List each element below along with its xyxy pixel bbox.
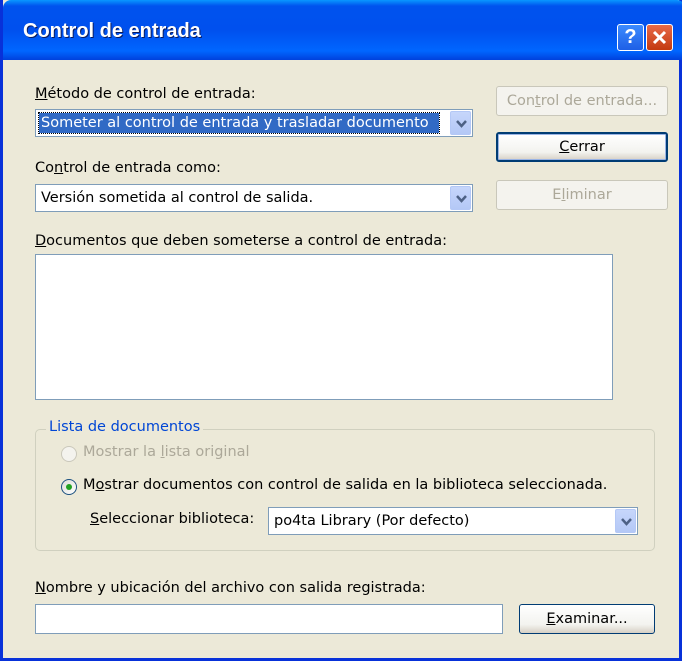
close-icon xyxy=(652,30,667,45)
method-selected-value: Someter al control de entrada y traslada… xyxy=(38,112,440,134)
method-dropdown-arrow[interactable] xyxy=(450,111,471,135)
method-dropdown[interactable]: Someter al control de entrada y traslada… xyxy=(35,109,473,137)
method-label: Método de control de entrada: xyxy=(35,86,256,102)
window-title: Control de entrada xyxy=(23,20,201,42)
checkin-as-value: Versión sometida al control de salida. xyxy=(41,190,314,206)
close-window-button[interactable] xyxy=(646,24,673,51)
checkin-as-dropdown-arrow[interactable] xyxy=(450,186,471,210)
help-button[interactable]: ? xyxy=(617,24,644,51)
title-bar[interactable]: Control de entrada ? xyxy=(3,0,682,60)
library-value: po4ta Library (Por defecto) xyxy=(274,513,470,529)
library-dropdown-arrow[interactable] xyxy=(615,509,636,533)
delete-button[interactable]: Eliminar xyxy=(496,180,668,210)
radio-show-original[interactable] xyxy=(61,446,77,462)
help-icon: ? xyxy=(624,26,637,48)
close-button[interactable]: Cerrar xyxy=(496,132,668,162)
radio-show-checked-out[interactable] xyxy=(61,479,77,495)
radio-selected-dot xyxy=(66,484,72,490)
dialog-window: Control de entrada ? Método de control d… xyxy=(0,0,682,661)
checkin-button[interactable]: Control de entrada... xyxy=(496,86,668,116)
checkin-as-dropdown[interactable]: Versión sometida al control de salida. xyxy=(35,184,473,212)
chevron-down-icon xyxy=(456,195,467,203)
documents-list[interactable] xyxy=(35,254,613,400)
browse-button[interactable]: Examinar... xyxy=(519,604,655,634)
library-label: Seleccionar biblioteca: xyxy=(90,511,255,527)
documents-label: Documentos que deben someterse a control… xyxy=(35,233,447,249)
group-legend: Lista de documentos xyxy=(46,419,204,435)
checkin-as-label: Control de entrada como: xyxy=(35,160,221,176)
chevron-down-icon xyxy=(621,518,632,526)
radio-show-checked-out-label: Mostrar documentos con control de salida… xyxy=(83,477,608,493)
checkout-file-label: Nombre y ubicación del archivo con salid… xyxy=(35,580,426,596)
library-dropdown[interactable]: po4ta Library (Por defecto) xyxy=(268,507,638,535)
radio-show-original-label: Mostrar la lista original xyxy=(83,444,250,460)
checkout-file-input[interactable] xyxy=(35,604,503,634)
chevron-down-icon xyxy=(456,120,467,128)
